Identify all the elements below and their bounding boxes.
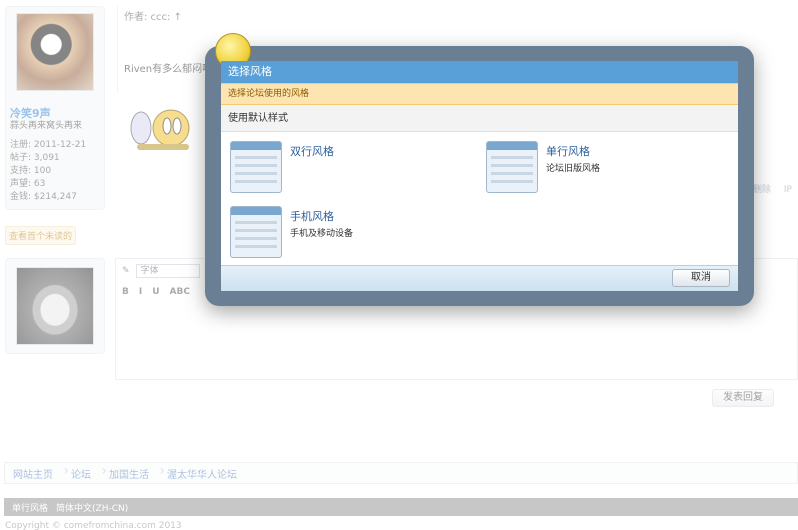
- dialog-footer: 取消: [221, 265, 738, 291]
- dialog-title: 选择风格: [221, 61, 738, 83]
- style-option-double-row[interactable]: 双行风格: [230, 141, 334, 193]
- style-desc: 手机及移动设备: [290, 229, 354, 239]
- style-thumbnail: [230, 141, 282, 193]
- dialog-notice: 选择论坛使用的风格: [221, 83, 738, 105]
- use-default-style-option[interactable]: 使用默认样式: [221, 105, 738, 132]
- style-name[interactable]: 单行风格: [546, 143, 600, 159]
- cancel-button[interactable]: 取消: [672, 269, 730, 287]
- style-thumbnail: [486, 141, 538, 193]
- style-desc: 论坛旧版风格: [546, 164, 601, 174]
- style-name[interactable]: 双行风格: [290, 143, 334, 159]
- style-option-mobile[interactable]: 手机风格 手机及移动设备: [230, 206, 353, 258]
- style-name[interactable]: 手机风格: [290, 208, 353, 224]
- style-chooser-dialog: 选择风格 选择论坛使用的风格 使用默认样式 双行风格 单行风格 论坛旧版风格 手…: [221, 61, 738, 291]
- style-option-single-row[interactable]: 单行风格 论坛旧版风格: [486, 141, 600, 193]
- style-thumbnail: [230, 206, 282, 258]
